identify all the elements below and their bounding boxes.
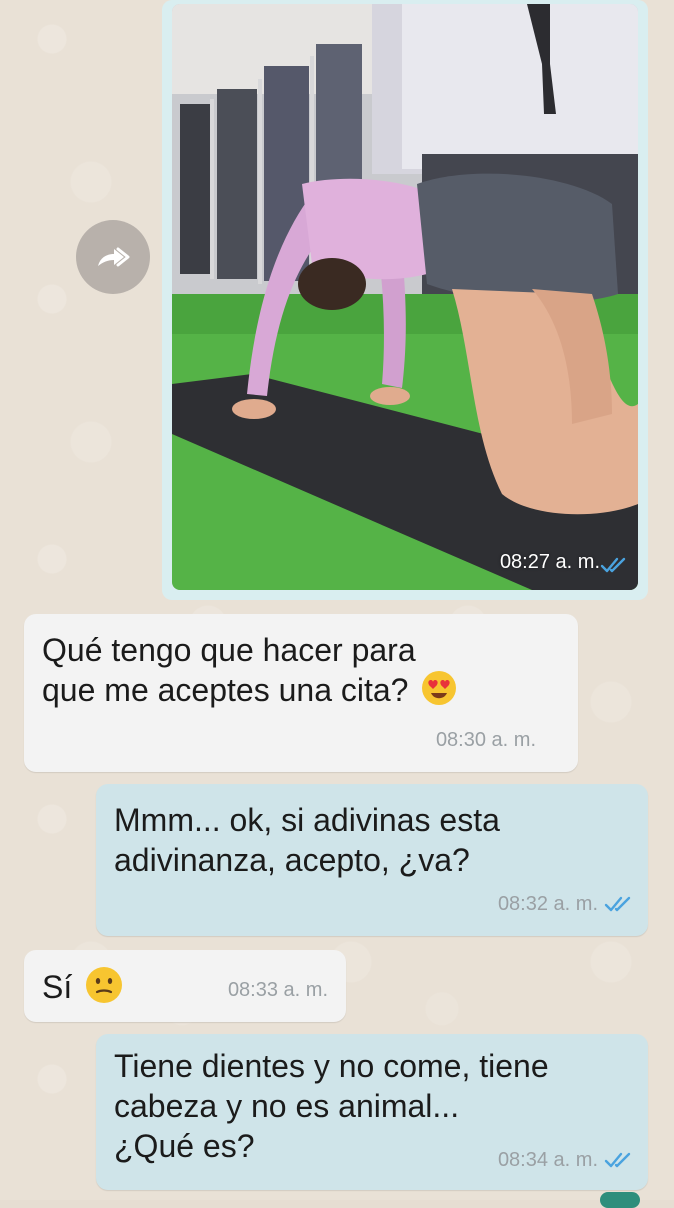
message-text: Qué tengo que hacer para que me aceptes … [42, 632, 416, 708]
message-text: Sí [42, 968, 73, 1005]
message-timestamp: 08:33 a. m. [227, 979, 328, 1001]
forward-arrow-icon [98, 247, 130, 267]
message-meta: 08:32 a. m. [498, 884, 634, 924]
message-timestamp: 08:34 a. m. [497, 1149, 598, 1171]
message-timestamp: 08:30 a. m. [435, 729, 536, 751]
outgoing-message[interactable]: Tiene dientes y no come, tiene cabeza y … [96, 1034, 648, 1190]
message-timestamp: 08:32 a. m. [497, 893, 598, 915]
gym-photo[interactable]: 08:27 a. m. [172, 4, 638, 590]
photo-illustration [172, 4, 638, 590]
outgoing-message[interactable]: Mmm... ok, si adivinas esta adivinanza, … [96, 784, 648, 936]
double-check-icon [604, 1152, 631, 1168]
neutral-face-emoji [85, 966, 123, 1013]
message-text: Mmm... ok, si adivinas esta adivinanza, … [114, 802, 500, 878]
message-meta: 08:34 a. m. [498, 1140, 634, 1180]
double-check-icon [600, 557, 626, 573]
photo-timestamp: 08:27 a. m. [499, 551, 600, 573]
forward-button[interactable] [76, 220, 150, 294]
heart-eyes-emoji [421, 670, 457, 715]
incoming-message[interactable]: Sí 08:33 a. m. [24, 950, 346, 1022]
message-meta: 08:33 a. m. [228, 970, 328, 1010]
scroll-down-button[interactable] [600, 1192, 640, 1208]
incoming-message[interactable]: Qué tengo que hacer para que me aceptes … [24, 614, 578, 772]
message-meta: 08:30 a. m. [436, 720, 536, 760]
image-message-bubble[interactable]: 08:27 a. m. [162, 0, 648, 600]
double-check-icon [604, 896, 631, 912]
message-text: Tiene dientes y no come, tiene cabeza y … [114, 1048, 549, 1164]
